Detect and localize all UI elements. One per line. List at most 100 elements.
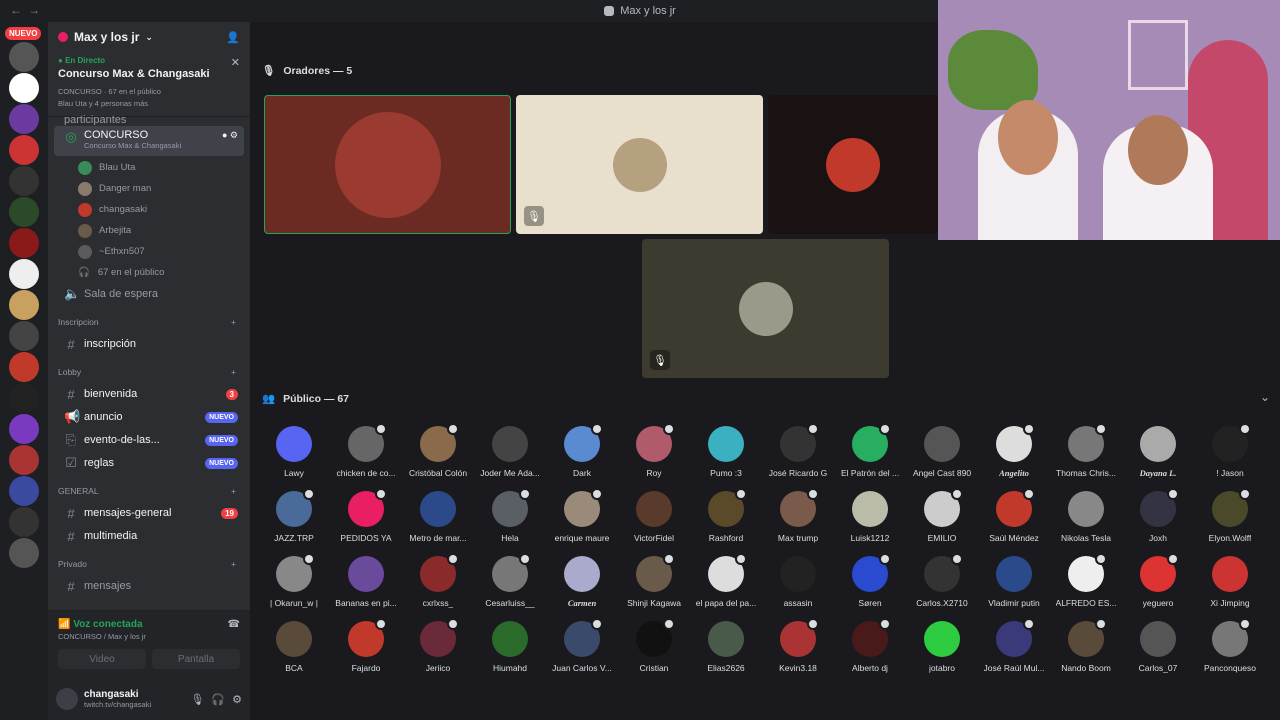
- audience-member[interactable]: Dark: [546, 422, 618, 487]
- audience-member[interactable]: ! Jason: [1194, 422, 1266, 487]
- category-lobby[interactable]: Lobby +: [48, 361, 250, 383]
- audience-member[interactable]: Carmen: [546, 552, 618, 617]
- audience-member[interactable]: Hiumahd: [474, 617, 546, 682]
- server-icon[interactable]: [0, 196, 48, 227]
- audience-member[interactable]: Xi Jimping: [1194, 552, 1266, 617]
- server-icon[interactable]: [0, 506, 48, 537]
- video-button[interactable]: Video: [58, 649, 146, 669]
- server-icon[interactable]: [0, 103, 48, 134]
- add-channel-icon[interactable]: +: [231, 367, 236, 377]
- category-privado[interactable]: Privado +: [48, 553, 250, 575]
- voice-user[interactable]: changasaki: [48, 199, 250, 220]
- add-channel-icon[interactable]: +: [231, 317, 236, 327]
- audience-member[interactable]: Hela: [474, 487, 546, 552]
- audience-member[interactable]: Cristóbal Colón: [402, 422, 474, 487]
- server-icon[interactable]: [0, 134, 48, 165]
- channel-concurso[interactable]: ◎ CONCURSO Concurso Max & Changasaki ● ⚙: [54, 126, 244, 156]
- audience-member[interactable]: José Raúl Mul...: [978, 617, 1050, 682]
- server-icon[interactable]: [0, 351, 48, 382]
- audience-member[interactable]: El Patrón del ...: [834, 422, 906, 487]
- server-icon[interactable]: [0, 475, 48, 506]
- audience-member[interactable]: Rashford: [690, 487, 762, 552]
- audience-member[interactable]: Kevin3.18: [762, 617, 834, 682]
- server-icon[interactable]: [0, 258, 48, 289]
- audience-member[interactable]: JAZZ.TRP: [258, 487, 330, 552]
- audience-member[interactable]: Carlos_07: [1122, 617, 1194, 682]
- audience-member[interactable]: enrique maure: [546, 487, 618, 552]
- speaker-tile[interactable]: [264, 95, 511, 234]
- add-user-icon[interactable]: 👤: [226, 31, 240, 44]
- audience-member[interactable]: el papa del pa...: [690, 552, 762, 617]
- audience-member[interactable]: Elias2626: [690, 617, 762, 682]
- audience-member[interactable]: Søren: [834, 552, 906, 617]
- audience-member[interactable]: Fajardo: [330, 617, 402, 682]
- audience-member[interactable]: Cesarluiss__: [474, 552, 546, 617]
- channel-anuncio[interactable]: 📢 anuncio NUEVO: [54, 406, 244, 428]
- chevron-down-icon[interactable]: ⌄: [1260, 390, 1270, 404]
- audience-member[interactable]: Carlos.X2710: [906, 552, 978, 617]
- audience-member[interactable]: Panconqueso: [1194, 617, 1266, 682]
- audience-member[interactable]: Elyon.Wolff: [1194, 487, 1266, 552]
- audience-member[interactable]: Luisk1212: [834, 487, 906, 552]
- server-icon[interactable]: [0, 320, 48, 351]
- audience-member[interactable]: Pumo :3: [690, 422, 762, 487]
- audience-member[interactable]: | Okarun_w |: [258, 552, 330, 617]
- server-icon[interactable]: [0, 165, 48, 196]
- category-general[interactable]: GENERAL +: [48, 480, 250, 502]
- voice-user[interactable]: Danger man: [48, 178, 250, 199]
- avatar[interactable]: [56, 688, 78, 710]
- channel-sala-espera[interactable]: 🔈 Sala de espera: [54, 283, 244, 305]
- audience-member[interactable]: Angel Cast 890: [906, 422, 978, 487]
- audience-member[interactable]: PEDIDOS YA: [330, 487, 402, 552]
- voice-user[interactable]: ~Ethxn507: [48, 241, 250, 262]
- server-icon[interactable]: [0, 227, 48, 258]
- audience-member[interactable]: Cristian: [618, 617, 690, 682]
- voice-user[interactable]: Arbejita: [48, 220, 250, 241]
- audience-member[interactable]: assasin: [762, 552, 834, 617]
- disconnect-icon[interactable]: ☎: [228, 619, 240, 630]
- speaker-tile[interactable]: [768, 95, 938, 234]
- audience-member[interactable]: Alberto dj: [834, 617, 906, 682]
- audience-member[interactable]: Shinji Kagawa: [618, 552, 690, 617]
- server-icon[interactable]: [0, 41, 48, 72]
- channel-mensajes-general[interactable]: # mensajes-general 19: [54, 502, 244, 524]
- add-channel-icon[interactable]: +: [231, 486, 236, 496]
- speaker-tile[interactable]: 🎙: [642, 239, 889, 378]
- voice-user[interactable]: Blau Uta: [48, 157, 250, 178]
- category-inscripcion[interactable]: Inscripcion +: [48, 311, 250, 333]
- channel-inscripcion[interactable]: # inscripción: [54, 333, 244, 355]
- server-icon[interactable]: [0, 413, 48, 444]
- audience-member[interactable]: Thomas Chris...: [1050, 422, 1122, 487]
- audience-member[interactable]: ALFREDO ES...: [1050, 552, 1122, 617]
- audience-member[interactable]: Dayana L.: [1122, 422, 1194, 487]
- mic-icon[interactable]: 🎙: [190, 693, 204, 706]
- audience-member[interactable]: cxrlxss_: [402, 552, 474, 617]
- audience-member[interactable]: Max trump: [762, 487, 834, 552]
- channel-reglas[interactable]: ☑ reglas NUEVO: [54, 452, 244, 474]
- audience-member[interactable]: Vladimir putin: [978, 552, 1050, 617]
- server-icon[interactable]: [0, 382, 48, 413]
- audience-member[interactable]: jotabro: [906, 617, 978, 682]
- channel-settings-icon[interactable]: ● ⚙: [222, 130, 238, 141]
- audience-member[interactable]: Joxh: [1122, 487, 1194, 552]
- audience-member[interactable]: Juan Carlos V...: [546, 617, 618, 682]
- audience-member[interactable]: José Ricardo G: [762, 422, 834, 487]
- channel-mensajes[interactable]: # mensajes: [54, 575, 244, 597]
- audience-member[interactable]: Saúl Méndez: [978, 487, 1050, 552]
- close-icon[interactable]: ✕: [231, 56, 240, 69]
- audience-member[interactable]: yeguero: [1122, 552, 1194, 617]
- audience-member[interactable]: Jeriico: [402, 617, 474, 682]
- guild-header[interactable]: Max y los jr ⌄ 👤: [48, 22, 250, 52]
- server-icon[interactable]: [0, 537, 48, 568]
- audience-member[interactable]: Lawy: [258, 422, 330, 487]
- audience-member[interactable]: Roy: [618, 422, 690, 487]
- audience-member[interactable]: EMILIO: [906, 487, 978, 552]
- server-icon[interactable]: [0, 72, 48, 103]
- channel-multimedia[interactable]: # multimedia: [54, 525, 244, 547]
- nav-arrows-icon[interactable]: ←→: [10, 3, 46, 17]
- server-icon[interactable]: [0, 444, 48, 475]
- live-stage-panel[interactable]: ● En Directo ✕ Concurso Max & Changasaki …: [48, 52, 250, 117]
- audience-member[interactable]: Bananas en pi...: [330, 552, 402, 617]
- audience-member[interactable]: Metro de mar...: [402, 487, 474, 552]
- screen-share-button[interactable]: Pantalla: [152, 649, 240, 669]
